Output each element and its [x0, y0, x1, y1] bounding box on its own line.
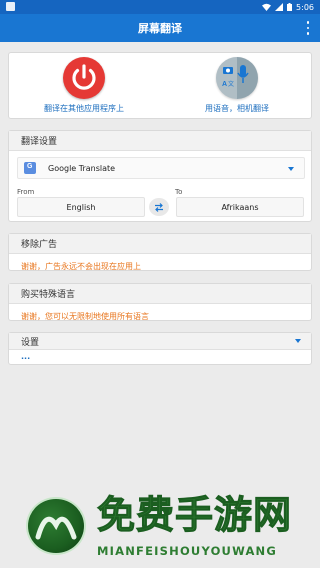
translation-settings-card: 翻译设置 G Google Translate From To English … [8, 130, 312, 222]
translation-settings-header: 翻译设置 [9, 131, 311, 151]
status-bar: 5:06 [0, 0, 320, 14]
translate-in-apps-button[interactable]: 翻译在其他应用程序上 [9, 57, 159, 117]
from-label: From [17, 188, 35, 196]
settings-header: 设置 [9, 333, 311, 350]
svg-text:文: 文 [228, 80, 234, 88]
translate-in-apps-label: 翻译在其他应用程序上 [44, 104, 124, 113]
swap-icon [155, 202, 163, 212]
signal-icon [275, 3, 284, 11]
app-bar: 屏幕翻译 [0, 14, 320, 42]
to-label: To [175, 188, 183, 196]
clock: 5:06 [296, 2, 314, 12]
remove-ads-header: 移除广告 [9, 234, 311, 254]
wifi-icon [262, 3, 272, 11]
engine-name: Google Translate [48, 163, 116, 173]
power-icon [63, 57, 105, 99]
remove-ads-message: 谢谢，广告永远不会出现在应用上 [21, 262, 141, 271]
translation-engine-select[interactable]: G Google Translate [17, 157, 305, 179]
settings-card[interactable]: 设置 ... [8, 332, 312, 365]
special-languages-header: 购买特殊语言 [9, 284, 311, 304]
watermark-title: 免费手游网 [97, 493, 293, 538]
target-language-select[interactable]: Afrikaans [176, 197, 304, 217]
remove-ads-card[interactable]: 移除广告 谢谢，广告永远不会出现在应用上 [8, 233, 312, 271]
notification-icon [6, 2, 15, 11]
settings-summary: ... [21, 352, 31, 361]
watermark-logo [26, 497, 86, 555]
chevron-down-icon [288, 167, 294, 171]
chevron-down-icon[interactable] [295, 339, 301, 343]
source-language-select[interactable]: English [17, 197, 145, 217]
special-languages-message: 谢谢，您可以无限制地使用所有语言 [21, 312, 149, 321]
voice-camera-translate-button[interactable]: A 文 用语音，相机翻译 [162, 57, 312, 117]
quick-actions-card: 翻译在其他应用程序上 A 文 用语音，相机翻译 [8, 52, 312, 119]
more-options-icon[interactable] [304, 20, 312, 36]
google-translate-icon: G [24, 162, 36, 174]
special-languages-card[interactable]: 购买特殊语言 谢谢，您可以无限制地使用所有语言 [8, 283, 312, 321]
app-title: 屏幕翻译 [138, 22, 182, 35]
svg-text:A: A [222, 81, 227, 88]
voice-camera-translate-label: 用语音，相机翻译 [205, 104, 269, 113]
swap-languages-button[interactable] [149, 198, 169, 216]
camera-mic-translate-icon: A 文 [216, 57, 258, 99]
watermark-subtitle: MIANFEISHOUYOUWANG [97, 544, 278, 558]
battery-icon [287, 3, 293, 11]
